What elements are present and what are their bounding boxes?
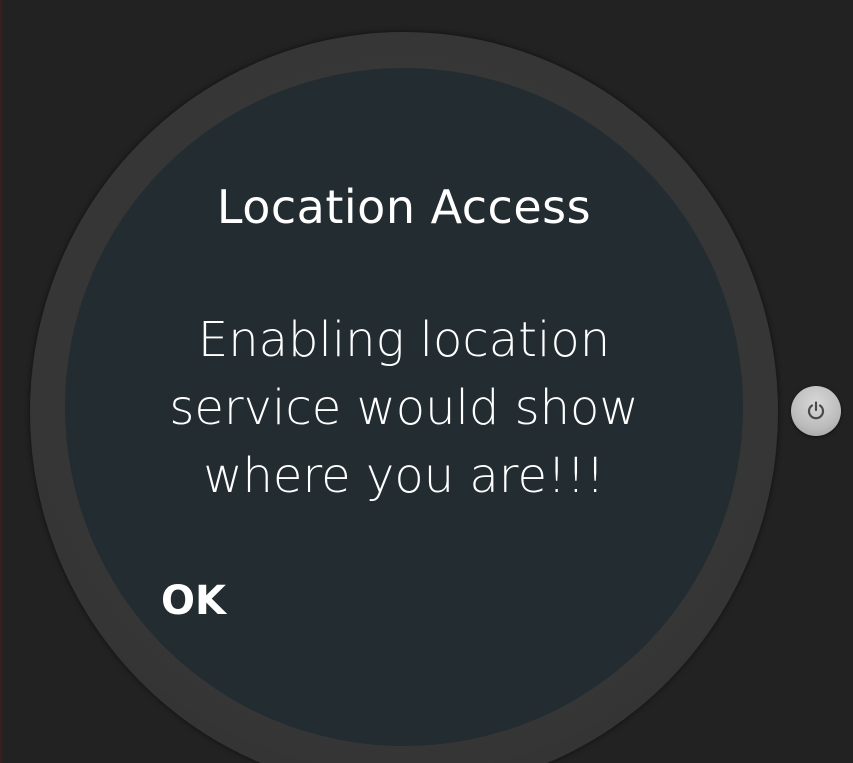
window-edge (0, 0, 2, 763)
dialog-title: Location Access (216, 180, 592, 234)
dialog-message: Enabling location service would show whe… (169, 312, 639, 504)
emulator-window: Location Access Enabling location servic… (0, 0, 853, 763)
power-button[interactable] (791, 386, 841, 436)
power-icon (805, 400, 827, 422)
ok-button[interactable]: OK (161, 578, 226, 624)
watch-screen: Location Access Enabling location servic… (65, 68, 743, 746)
